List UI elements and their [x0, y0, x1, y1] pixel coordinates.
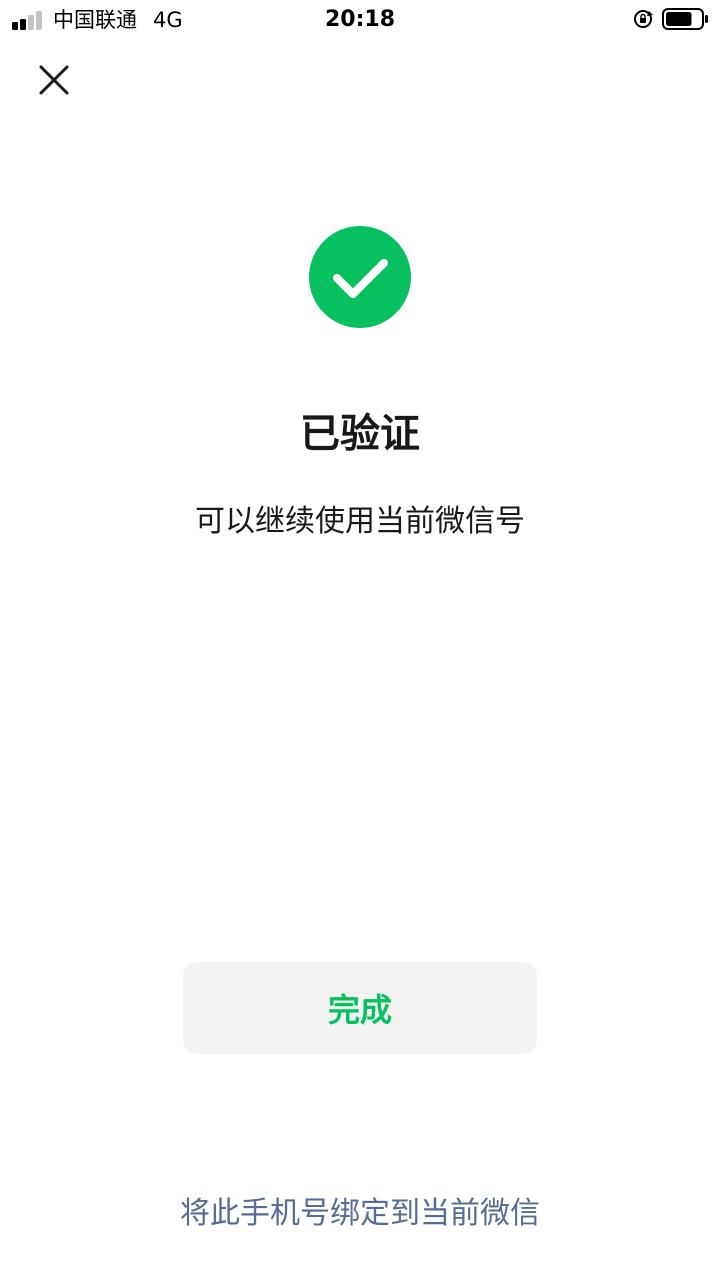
result-title: 已验证	[300, 411, 420, 457]
verification-result-screen: 中国联通 4G 20:18 已验证 可以继续使用当前微信号 完成 将此手机号绑定到…	[0, 0, 720, 1280]
rotation-lock-icon	[634, 10, 653, 28]
result-subtitle: 可以继续使用当前微信号	[195, 504, 525, 539]
checkmark-icon	[333, 259, 388, 298]
status-time: 20:18	[324, 7, 396, 32]
status-bar: 中国联通 4G 20:18	[0, 0, 720, 40]
close-icon	[39, 65, 69, 95]
done-button[interactable]: 完成	[183, 962, 537, 1054]
check-circle-icon	[309, 226, 411, 328]
close-button[interactable]	[30, 56, 78, 104]
battery-icon	[662, 8, 708, 30]
bind-phone-link[interactable]: 将此手机号绑定到当前微信	[0, 1192, 720, 1236]
